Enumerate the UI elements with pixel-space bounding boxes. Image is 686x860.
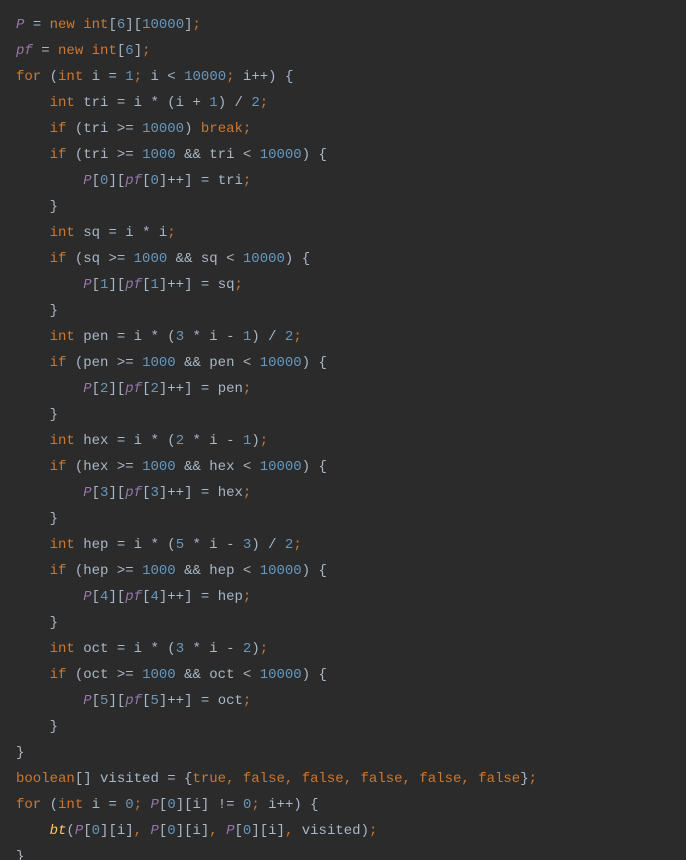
code-line: P[4][pf[4]++] = hep; xyxy=(16,589,251,605)
code-line: int tri = i * (i + 1) / 2; xyxy=(16,95,268,111)
code-line: } xyxy=(16,745,24,761)
code-line: } xyxy=(16,511,58,527)
field-ref: P xyxy=(16,17,24,33)
code-line: } xyxy=(16,407,58,423)
code-line: for (int i = 0; P[0][i] != 0; i++) { xyxy=(16,797,319,813)
code-line: } xyxy=(16,719,58,735)
code-line: if (tri >= 1000 && tri < 10000) { xyxy=(16,147,327,163)
code-line: } xyxy=(16,849,24,860)
function-call: bt xyxy=(50,823,67,839)
code-line: } xyxy=(16,303,58,319)
code-line: P[0][pf[0]++] = tri; xyxy=(16,173,251,189)
code-line: for (int i = 1; i < 10000; i++) { xyxy=(16,69,293,85)
code-line: int oct = i * (3 * i - 2); xyxy=(16,641,268,657)
code-line: P[5][pf[5]++] = oct; xyxy=(16,693,251,709)
code-line: P[2][pf[2]++] = pen; xyxy=(16,381,251,397)
code-line: P[1][pf[1]++] = sq; xyxy=(16,277,243,293)
code-line: } xyxy=(16,615,58,631)
code-line: boolean[] visited = {true, false, false,… xyxy=(16,771,537,787)
code-block: P = new int[6][10000]; pf = new int[6]; … xyxy=(0,0,686,860)
code-line: if (tri >= 10000) break; xyxy=(16,121,251,137)
code-line: P = new int[6][10000]; xyxy=(16,17,201,33)
code-line: int hep = i * (5 * i - 3) / 2; xyxy=(16,537,302,553)
code-line: if (pen >= 1000 && pen < 10000) { xyxy=(16,355,327,371)
code-line: } xyxy=(16,199,58,215)
code-line: P[3][pf[3]++] = hex; xyxy=(16,485,251,501)
code-line: if (hep >= 1000 && hep < 10000) { xyxy=(16,563,327,579)
field-ref: pf xyxy=(16,43,33,59)
code-line: int sq = i * i; xyxy=(16,225,176,241)
code-line: if (hex >= 1000 && hex < 10000) { xyxy=(16,459,327,475)
code-line: bt(P[0][i], P[0][i], P[0][i], visited); xyxy=(16,823,377,839)
code-line: if (oct >= 1000 && oct < 10000) { xyxy=(16,667,327,683)
code-line: pf = new int[6]; xyxy=(16,43,151,59)
code-line: int pen = i * (3 * i - 1) / 2; xyxy=(16,329,302,345)
code-line: int hex = i * (2 * i - 1); xyxy=(16,433,268,449)
code-line: if (sq >= 1000 && sq < 10000) { xyxy=(16,251,310,267)
